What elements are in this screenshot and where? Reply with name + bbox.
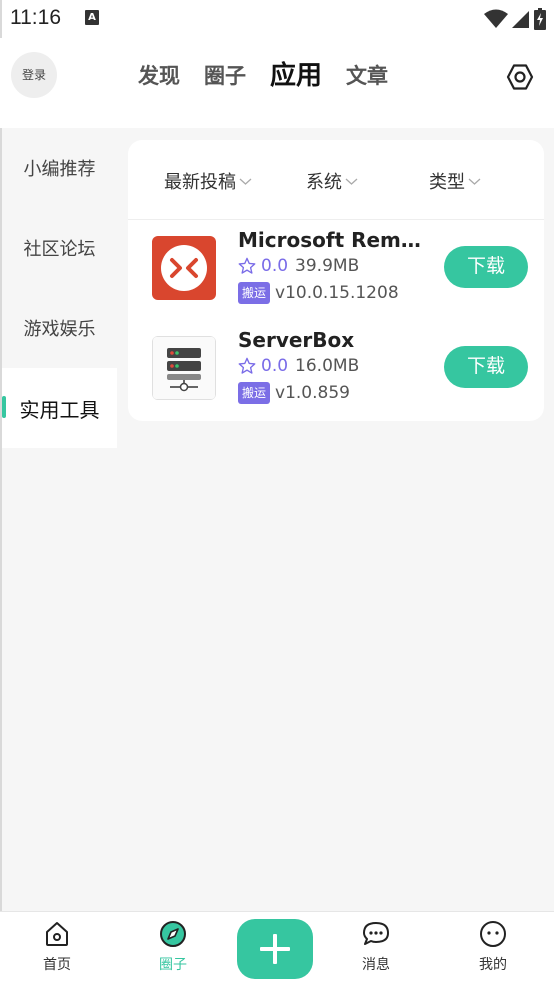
app-version: v1.0.859 [275,383,350,403]
nav-item-messages[interactable]: 消息 [341,920,411,974]
filter-latest-label: 最新投稿 [164,172,236,193]
star-icon [238,257,256,274]
filter-latest[interactable]: 最新投稿 [164,168,252,194]
sidebar-item-games[interactable]: 游戏娱乐 [2,288,117,368]
nav-label-profile: 我的 [479,957,507,973]
category-sidebar: 小编推荐 社区论坛 游戏娱乐 实用工具 [2,128,117,911]
app-rating: 0.0 [261,256,289,276]
notification-icon: A [85,10,99,25]
app-list-item[interactable]: ServerBox 0.0 16.0MB 搬运 v1.0.859 下载 [128,320,544,420]
app-size: 39.9MB [295,256,360,276]
app-version-row: 搬运 v10.0.15.1208 [238,282,399,304]
status-time: 11:16 [10,6,61,29]
app-list-card: 最新投稿 系统 类型 Microsoft Remote Desktop [128,140,544,421]
download-button[interactable]: 下载 [444,246,528,288]
app-size: 16.0MB [295,356,360,376]
app-name[interactable]: ServerBox [238,328,428,352]
login-button[interactable]: 登录 [11,52,57,98]
app-list-item[interactable]: Microsoft Remote Desktop 0.0 39.9MB 搬运 v… [128,220,544,320]
top-tabs: 发现 圈子 应用 文章 [138,60,388,92]
nav-item-home[interactable]: 首页 [22,920,92,974]
chevron-down-icon [345,178,358,185]
compass-icon [160,921,186,947]
home-icon [46,922,68,946]
chat-icon [363,922,389,945]
publish-button[interactable] [237,919,313,979]
filter-bar: 最新投稿 系统 类型 [128,140,544,220]
app-rating: 0.0 [261,356,289,376]
tab-circle[interactable]: 圈子 [204,60,246,92]
tab-apps[interactable]: 应用 [270,60,322,92]
main-content: 最新投稿 系统 类型 Microsoft Remote Desktop [117,128,554,911]
battery-icon [534,8,546,30]
app-version: v10.0.15.1208 [275,283,399,303]
filter-type-label: 类型 [429,172,465,193]
filter-type[interactable]: 类型 [429,168,481,194]
nav-label-messages: 消息 [362,957,390,973]
nav-label-home: 首页 [43,957,71,973]
app-version-row: 搬运 v1.0.859 [238,382,350,404]
repost-badge: 搬运 [238,282,271,304]
plus-icon [260,934,290,964]
filter-system-label: 系统 [306,172,342,193]
status-icons [484,8,546,30]
tab-discover[interactable]: 发现 [138,60,180,92]
server-icon [152,336,216,400]
sidebar-item-editor-picks[interactable]: 小编推荐 [2,128,117,208]
app-meta: 0.0 39.9MB [238,256,359,276]
app-meta: 0.0 16.0MB [238,356,359,376]
chevron-down-icon [468,178,481,185]
face-icon [480,921,506,947]
settings-icon[interactable] [506,63,534,91]
download-button[interactable]: 下载 [444,346,528,388]
tab-articles[interactable]: 文章 [346,60,388,92]
chevron-down-icon [239,178,252,185]
status-bar: 11:16 A [0,0,554,38]
sidebar-item-community[interactable]: 社区论坛 [2,208,117,288]
remote-desktop-icon [152,236,216,300]
header: 登录 发现 圈子 应用 文章 [0,38,554,128]
app-name[interactable]: Microsoft Remote Desktop [238,228,428,252]
filter-system[interactable]: 系统 [306,168,358,194]
bottom-nav: 首页 圈子 消息 我的 [0,911,554,986]
nav-label-circle: 圈子 [159,957,187,973]
signal-icon [512,11,529,28]
sidebar-item-tools[interactable]: 实用工具 [2,368,117,448]
wifi-icon [484,9,508,28]
star-icon [238,357,256,374]
nav-item-profile[interactable]: 我的 [458,920,528,974]
repost-badge: 搬运 [238,382,271,404]
nav-item-circle[interactable]: 圈子 [138,920,208,974]
